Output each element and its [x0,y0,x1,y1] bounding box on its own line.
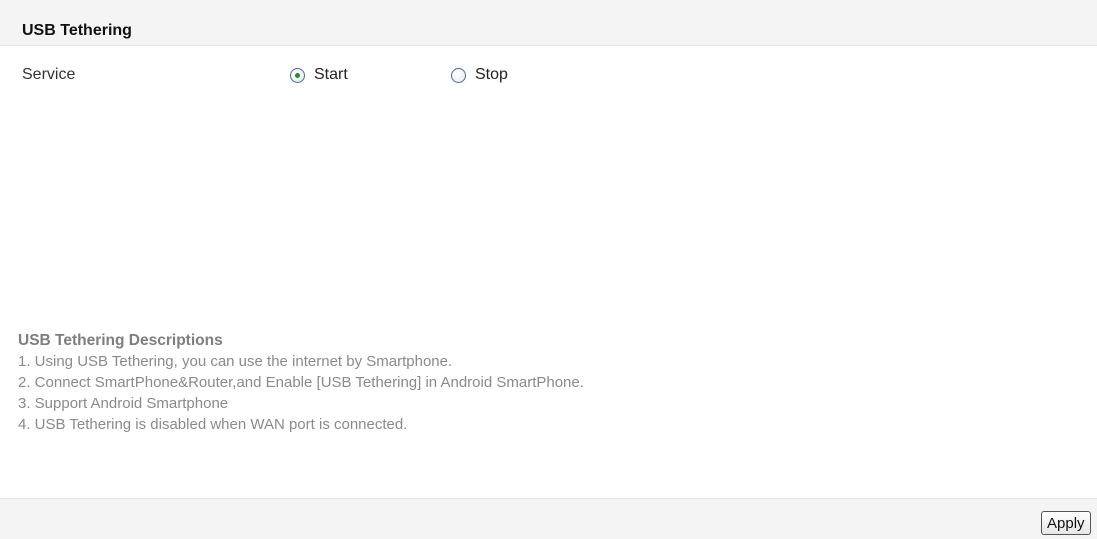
service-start-radio[interactable]: Start [290,66,348,84]
description-line: 3. Support Android Smartphone [18,395,229,412]
top-strip [0,0,1097,14]
service-stop-label[interactable]: Stop [475,66,508,84]
service-row: Service Start Stop [0,62,1097,92]
usb-tethering-page: USB Tethering Service Start Stop USB Tet… [0,0,1097,539]
page-title: USB Tethering [22,22,132,39]
service-start-label[interactable]: Start [314,66,348,84]
radio-unselected-icon[interactable] [451,67,466,83]
service-label: Service [22,66,76,83]
apply-button[interactable]: Apply [1041,511,1091,535]
section-header: USB Tethering [0,14,1097,46]
radio-dot-icon [295,72,300,78]
service-stop-radio[interactable]: Stop [451,66,508,84]
description-line: 1. Using USB Tethering, you can use the … [18,353,453,370]
description-line: 4. USB Tethering is disabled when WAN po… [18,416,408,433]
footer-bar: Apply [0,498,1097,539]
descriptions-block: USB Tethering Descriptions 1. Using USB … [18,330,584,435]
descriptions-title: USB Tethering Descriptions [18,332,223,349]
radio-selected-icon[interactable] [290,67,305,83]
description-line: 2. Connect SmartPhone&Router,and Enable … [18,374,584,391]
